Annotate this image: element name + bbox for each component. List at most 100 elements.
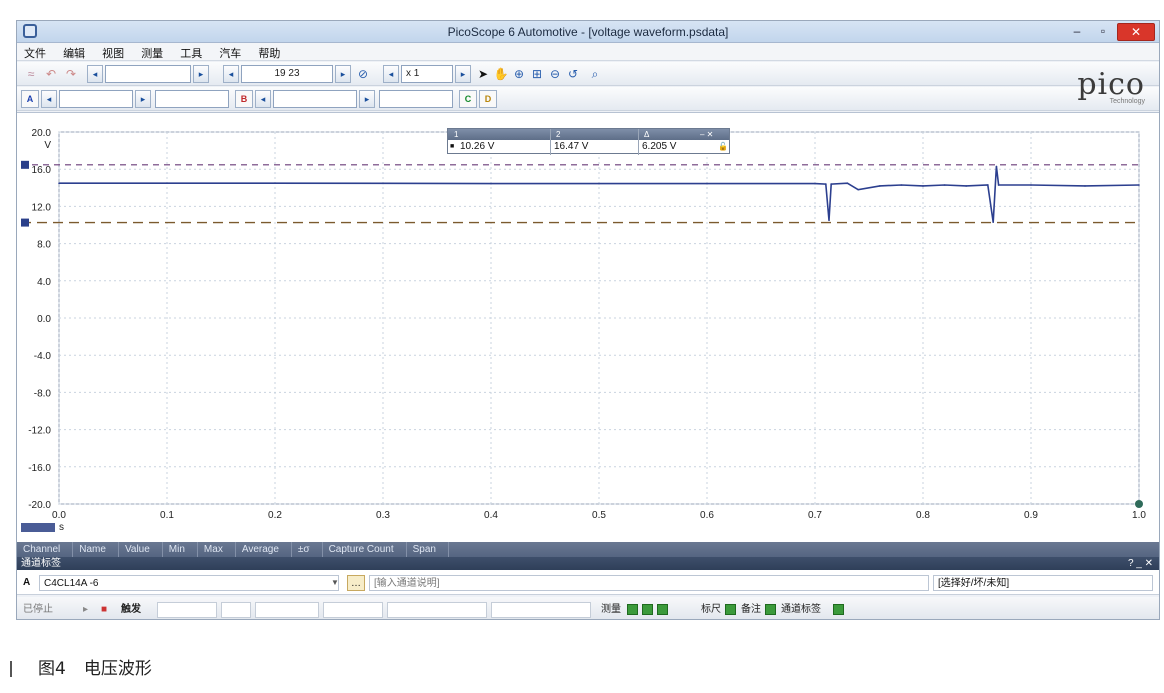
maximize-button[interactable]: ▫ bbox=[1091, 23, 1115, 41]
add-measurement-icon[interactable] bbox=[625, 602, 670, 618]
channel-description-input[interactable]: [输入通道说明] bbox=[369, 575, 929, 591]
channel-a-range-select[interactable] bbox=[59, 90, 133, 108]
x-tick-label: 0.4 bbox=[484, 510, 498, 521]
meas-col-max[interactable]: Max bbox=[198, 542, 236, 557]
lock-icon[interactable]: 🔓 bbox=[718, 140, 728, 154]
menu-file[interactable]: 文件 bbox=[17, 43, 53, 63]
channel-c-button[interactable]: C bbox=[459, 90, 477, 108]
zoom-factor-field[interactable]: x 1 bbox=[401, 65, 453, 83]
toolbar-channels: A ◂ ▸ B ◂ ▸ C D bbox=[17, 87, 1159, 111]
zoom-up-button[interactable]: ▸ bbox=[455, 65, 471, 83]
scope-view[interactable]: 20.0 16.0 12.0 8.0 4.0 0.0 -4.0 -8.0 -12.0 -16.0-… bbox=[17, 112, 1159, 542]
close-button[interactable]: ✕ bbox=[1117, 23, 1155, 41]
menu-measure[interactable]: 测量 bbox=[134, 43, 170, 63]
waveform-point bbox=[166, 182, 168, 184]
scope-mode-icon[interactable]: ≈ bbox=[23, 66, 39, 82]
meas-col-span[interactable]: Span bbox=[407, 542, 449, 557]
trigger-threshold-field[interactable] bbox=[323, 602, 383, 618]
channel-a-range-up[interactable]: ▸ bbox=[135, 90, 151, 108]
channel-b-coupling-select[interactable] bbox=[379, 90, 453, 108]
menu-edit[interactable]: 编辑 bbox=[56, 43, 92, 63]
panel-window-controls[interactable]: ? _ ✕ bbox=[1128, 557, 1153, 570]
meas-col-stddev[interactable]: ±σ bbox=[292, 542, 323, 557]
meas-col-capture-count[interactable]: Capture Count bbox=[323, 542, 407, 557]
ruler-legend-close[interactable]: – ✕ bbox=[700, 129, 713, 140]
ruler-separator bbox=[638, 129, 639, 155]
hand-tool-icon[interactable]: ✋ bbox=[493, 66, 509, 82]
redo-icon[interactable]: ↷ bbox=[63, 66, 79, 82]
stop-icon[interactable]: ■ bbox=[101, 602, 107, 618]
zoom-box-icon[interactable]: ⊞ bbox=[529, 66, 545, 82]
logo-word: pico bbox=[1077, 67, 1145, 102]
zoom-down-button[interactable]: ◂ bbox=[383, 65, 399, 83]
ruler-value-delta: 6.205 V bbox=[642, 141, 677, 152]
channel-b-range-select[interactable] bbox=[273, 90, 357, 108]
channel-b-range-up[interactable]: ▸ bbox=[359, 90, 375, 108]
more-options-button[interactable]: … bbox=[347, 575, 365, 591]
pre-trigger-field[interactable] bbox=[491, 602, 591, 618]
waveform-point bbox=[706, 182, 708, 185]
x-tick-label: 0.5 bbox=[592, 510, 606, 521]
zoom-out-icon[interactable]: ⊖ bbox=[547, 66, 563, 82]
ruler-value-1: 10.26 V bbox=[460, 141, 495, 152]
ruler-toggle-icon[interactable] bbox=[723, 602, 738, 618]
measure-label: 测量 bbox=[601, 604, 621, 615]
notes-toggle-icon[interactable] bbox=[763, 602, 778, 618]
meas-col-channel[interactable]: Channel bbox=[17, 542, 74, 557]
trigger-mode-select[interactable] bbox=[157, 602, 217, 618]
zoom-fit-icon[interactable]: ⌕ bbox=[587, 66, 603, 82]
channel-a-range-down[interactable]: ◂ bbox=[41, 90, 57, 108]
panel-title-text: 通道标签 bbox=[21, 558, 61, 569]
channel-b-button[interactable]: B bbox=[235, 90, 253, 108]
meas-col-value[interactable]: Value bbox=[119, 542, 163, 557]
undo-icon[interactable]: ↶ bbox=[43, 66, 59, 82]
collection-time-up-button[interactable]: ▸ bbox=[193, 65, 209, 83]
notes-label: 备注 bbox=[741, 604, 761, 615]
x-tick-label: 0.3 bbox=[376, 510, 390, 521]
undo-zoom-icon[interactable]: ↺ bbox=[565, 66, 581, 82]
channel-labels-panel-title: 通道标签 ? _ ✕ bbox=[17, 557, 1159, 570]
minimize-button[interactable]: – bbox=[1065, 23, 1089, 41]
waveform-point bbox=[879, 185, 881, 187]
ruler-legend[interactable]: 1 2 Δ – ✕ ■ 10.26 V 16.47 V 6.205 V 🔓 bbox=[447, 128, 730, 155]
meas-col-average[interactable]: Average bbox=[236, 542, 292, 557]
pico-logo: pico Technology bbox=[1049, 67, 1145, 117]
meas-col-name[interactable]: Name bbox=[73, 542, 119, 557]
trigger-off-icon[interactable]: ⊘ bbox=[355, 66, 371, 82]
ruler-col-1: 1 bbox=[454, 130, 459, 139]
menu-view[interactable]: 视图 bbox=[95, 43, 131, 63]
channel-name-dropdown-icon[interactable]: ▼ bbox=[331, 575, 339, 591]
waveform-point bbox=[830, 183, 832, 185]
samples-up-button[interactable]: ▸ bbox=[335, 65, 351, 83]
samples-field[interactable]: 19 23 bbox=[241, 65, 333, 83]
ruler-legend-values: ■ 10.26 V 16.47 V 6.205 V 🔓 bbox=[448, 140, 729, 154]
channel-a-coupling-select[interactable] bbox=[155, 90, 229, 108]
start-icon[interactable]: ▸ bbox=[83, 602, 88, 618]
channel-b-range-down[interactable]: ◂ bbox=[255, 90, 271, 108]
trigger-channel-select[interactable] bbox=[221, 602, 251, 618]
pointer-tool-icon[interactable]: ➤ bbox=[475, 66, 491, 82]
menu-automotive[interactable]: 汽车 bbox=[212, 43, 248, 63]
waveform-chart[interactable]: 20.016.012.08.04.00.0-4.0-8.0-12.0-16.0-… bbox=[17, 113, 1159, 543]
menu-help[interactable]: 帮助 bbox=[251, 43, 287, 63]
caption-bar bbox=[10, 661, 12, 677]
title-bar: PicoScope 6 Automotive - [voltage wavefo… bbox=[17, 21, 1159, 43]
channel-a-button[interactable]: A bbox=[21, 90, 39, 108]
y-tick-label: 12.0 bbox=[32, 202, 52, 213]
zoom-in-icon[interactable]: ⊕ bbox=[511, 66, 527, 82]
channel-status-select[interactable]: [选择好/坏/未知] bbox=[933, 575, 1153, 591]
y-tick-label: -20.0 bbox=[28, 500, 51, 511]
menu-tools[interactable]: 工具 bbox=[173, 43, 209, 63]
samples-down-button[interactable]: ◂ bbox=[223, 65, 239, 83]
collection-time-select[interactable] bbox=[105, 65, 191, 83]
meas-col-min[interactable]: Min bbox=[163, 542, 198, 557]
stopped-status[interactable]: 已停止 bbox=[23, 602, 53, 618]
collection-time-down-button[interactable]: ◂ bbox=[87, 65, 103, 83]
channel-label-row: A C4CL14A -6 ▼ … [输入通道说明] [选择好/坏/未知] bbox=[17, 570, 1159, 595]
channel-name-select[interactable]: C4CL14A -6 bbox=[39, 575, 339, 591]
trigger-position-field[interactable] bbox=[387, 602, 487, 618]
channel-d-button[interactable]: D bbox=[479, 90, 497, 108]
channel-labels-toggle-icon[interactable] bbox=[831, 602, 846, 618]
waveform-point bbox=[987, 184, 989, 186]
trigger-edge-select[interactable] bbox=[255, 602, 319, 618]
